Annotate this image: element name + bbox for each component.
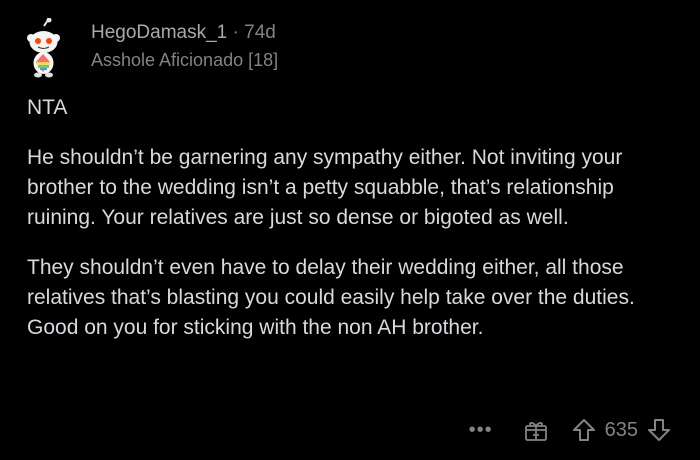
comment-paragraph: They shouldn’t even have to delay their …: [27, 256, 635, 339]
comment-header: HegoDamask_1 · 74d Asshole Aficionado [1…: [14, 10, 674, 80]
comment-age: 74d: [244, 22, 276, 43]
comment-meta: HegoDamask_1 · 74d: [91, 22, 276, 44]
vote-score: 635: [604, 418, 638, 441]
avatar[interactable]: [22, 17, 84, 84]
upvote-button[interactable]: [571, 417, 597, 443]
comment-body: NTA He shouldn’t be garnering any sympat…: [27, 93, 667, 363]
arrow-down-icon: [648, 419, 670, 441]
meta-separator: ·: [232, 22, 239, 43]
comment-paragraph: NTA: [27, 96, 68, 119]
gift-award-icon: [524, 422, 547, 441]
comment-actions: ••• 635: [461, 414, 672, 446]
arrow-up-icon: [572, 419, 595, 441]
award-button[interactable]: [523, 417, 549, 443]
comment-paragraph: He shouldn’t be garnering any sympathy e…: [27, 146, 623, 229]
user-flair: Asshole Aficionado [18]: [91, 50, 279, 70]
reddit-snoo-avatar-icon: [27, 17, 60, 78]
more-options-button[interactable]: •••: [461, 420, 501, 440]
comment: HegoDamask_1 · 74d Asshole Aficionado [1…: [0, 0, 700, 460]
downvote-button[interactable]: [646, 417, 672, 443]
author-username[interactable]: HegoDamask_1: [91, 22, 227, 43]
